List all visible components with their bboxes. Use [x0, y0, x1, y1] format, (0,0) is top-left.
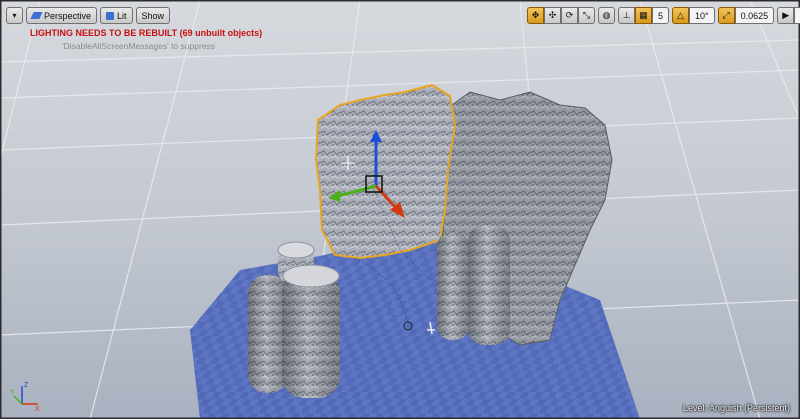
chevron-down-icon: ▾: [12, 11, 17, 20]
scale-snap-icon: ⤢: [722, 10, 730, 20]
select-icon: ✥: [531, 10, 540, 20]
scale-snap-value[interactable]: 0.0625: [734, 7, 775, 24]
viewport-toolbar-right: ✥ ✣ ⟳ ⤡ ◍ ⊥ ▦ 5 △ 10° ⤢ 0.0625 ▶ 6 □: [527, 7, 800, 24]
rock-wall-selected: [314, 83, 457, 260]
grid-snap-value[interactable]: 5: [652, 7, 670, 24]
rotation-snap-value[interactable]: 10°: [689, 7, 715, 24]
camera-icon: ▶: [782, 10, 790, 20]
scale-icon: ⤡: [582, 10, 591, 20]
lit-icon: [106, 11, 115, 20]
scale-snap-toggle[interactable]: ⤢: [717, 7, 735, 24]
level-viewport[interactable]: ▾ Perspective Lit Show ✥ ✣ ⟳ ⤡ ◍ ⊥ ▦ 5 △: [0, 0, 800, 419]
axis-x-label: X: [35, 406, 40, 412]
show-button[interactable]: Show: [135, 7, 171, 24]
rotation-snap-toggle[interactable]: △: [672, 7, 690, 24]
show-label: Show: [141, 10, 165, 21]
camera-speed-group: ▶ 6: [777, 7, 800, 24]
surface-snap-icon: ⊥: [622, 10, 631, 20]
camera-speed-button[interactable]: ▶: [777, 7, 795, 24]
perspective-icon: [30, 12, 43, 19]
translate-mode-button[interactable]: ✣: [544, 7, 561, 24]
transform-mode-group: ✥ ✣ ⟳ ⤡: [527, 7, 595, 24]
scale-mode-button[interactable]: ⤡: [578, 7, 595, 24]
rotation-snap-group: △ 10°: [672, 7, 715, 24]
globe-icon: ◍: [602, 10, 611, 20]
translate-icon: ✣: [548, 10, 557, 20]
level-name: Level: Anguish (Persistent): [682, 403, 790, 413]
viewport-options-button[interactable]: ▾: [6, 7, 23, 24]
scale-snap-group: ⤢ 0.0625: [717, 7, 775, 24]
camera-speed-value[interactable]: 6: [794, 7, 800, 24]
grid-icon: ▦: [639, 10, 648, 20]
axis-y-label: Y: [10, 389, 15, 396]
grid-snap-toggle[interactable]: ▦: [635, 7, 652, 24]
suppress-hint: 'DisableAllScreenMessages' to suppress: [62, 41, 216, 51]
surface-snap-button[interactable]: ⊥: [618, 7, 635, 24]
grid-snap-group: ⊥ ▦ 5: [618, 7, 670, 24]
lit-label: Lit: [117, 10, 127, 21]
select-mode-button[interactable]: ✥: [527, 7, 544, 24]
rotate-icon: ⟳: [565, 10, 574, 20]
perspective-label: Perspective: [44, 10, 92, 21]
rotate-mode-button[interactable]: ⟳: [561, 7, 578, 24]
perspective-button[interactable]: Perspective: [26, 7, 98, 24]
world-local-button[interactable]: ◍: [598, 7, 615, 24]
lit-button[interactable]: Lit: [100, 7, 133, 24]
lighting-warning: LIGHTING NEEDS TO BE REBUILT (69 unbuilt…: [30, 28, 263, 38]
scene-render[interactable]: [0, 0, 800, 419]
angle-icon: △: [677, 10, 684, 20]
axis-z-label: Z: [24, 382, 29, 389]
axis-indicator: Z X Y: [10, 382, 40, 412]
viewport-toolbar-left: ▾ Perspective Lit Show: [6, 7, 171, 24]
